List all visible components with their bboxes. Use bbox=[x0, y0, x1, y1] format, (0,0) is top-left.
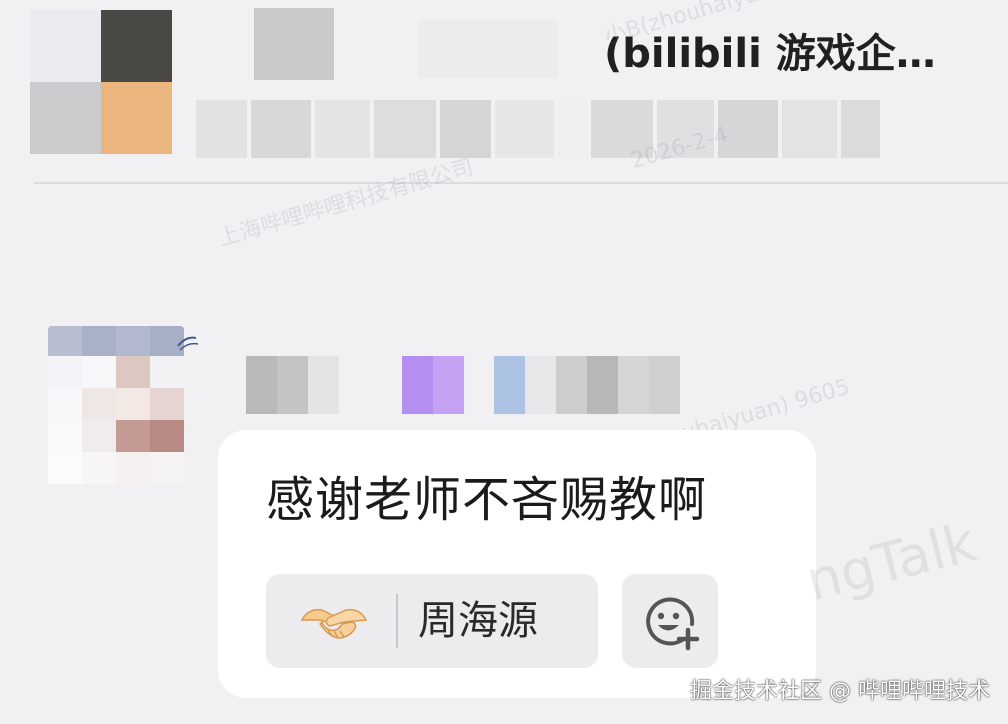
blurred-sender-name bbox=[246, 356, 339, 414]
sender-avatar[interactable] bbox=[48, 326, 184, 484]
message-text: 感谢老师不吝赐教啊 bbox=[266, 472, 708, 528]
reaction-chip[interactable]: 周海源 bbox=[266, 574, 598, 668]
watermark-company: 上海哔哩哔哩科技有限公司 bbox=[215, 154, 477, 252]
blurred-sender-tag bbox=[402, 356, 464, 414]
blurred-sender-department bbox=[494, 356, 680, 414]
reactor-name: 周海源 bbox=[418, 598, 538, 644]
reaction-separator bbox=[396, 594, 398, 648]
watermark-brand: ngTalk bbox=[800, 510, 983, 614]
add-reaction-button[interactable] bbox=[622, 574, 718, 668]
source-credit: 掘金技术社区 @ 哔哩哔哩技术 bbox=[690, 679, 990, 704]
avatar-decoration-icon bbox=[177, 336, 199, 351]
header-divider bbox=[34, 182, 1008, 184]
handshake-icon bbox=[300, 608, 368, 639]
message-bubble[interactable]: 感谢老师不吝赐教啊 周海源 bbox=[218, 430, 816, 698]
blurred-group-subtitle bbox=[196, 100, 880, 158]
group-avatar[interactable] bbox=[30, 10, 172, 154]
blurred-header-element bbox=[254, 8, 334, 80]
blurred-header-element bbox=[418, 20, 558, 78]
add-emoji-icon bbox=[646, 597, 700, 651]
group-title[interactable]: (bilibili 游戏企… bbox=[604, 24, 1008, 84]
